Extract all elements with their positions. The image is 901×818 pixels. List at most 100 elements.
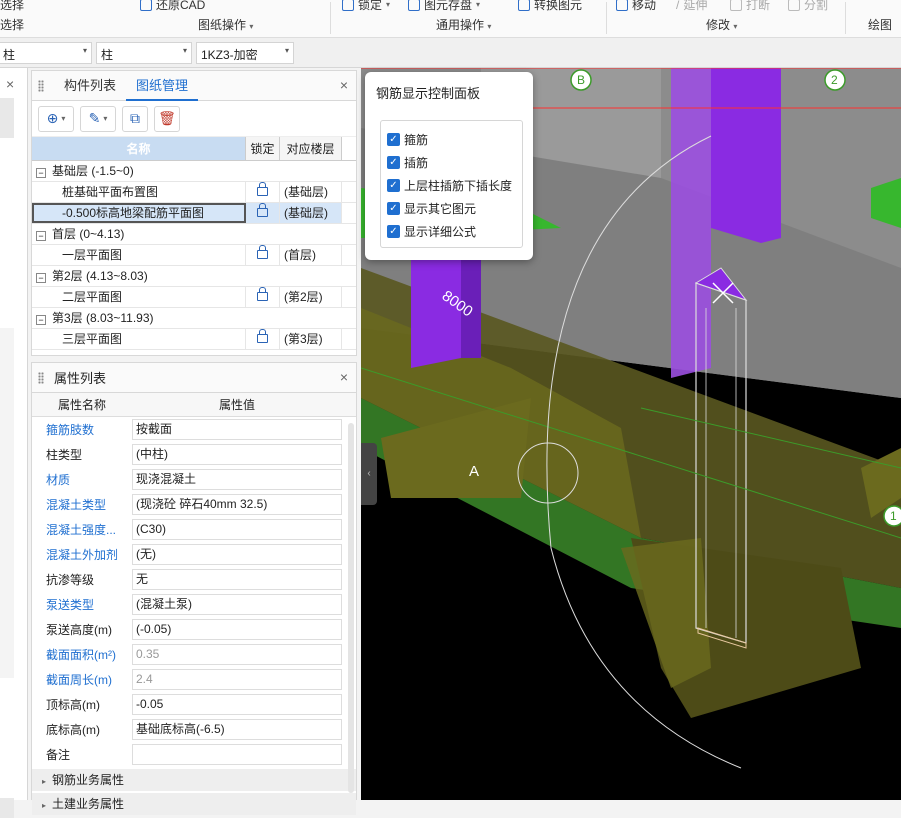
property-name[interactable]: 材质	[32, 471, 132, 488]
display-option-checkbox[interactable]: ✓ 插筋	[387, 154, 428, 171]
property-value-field[interactable]: (现浇砼 碎石40mm 32.5)	[132, 494, 342, 515]
drawing-name-cell[interactable]: 一层平面图	[32, 245, 246, 265]
property-value-field[interactable]: -0.05	[132, 694, 342, 715]
lock-icon[interactable]	[257, 245, 268, 259]
property-value-field[interactable]: 基础底标高(-6.5)	[132, 719, 342, 740]
property-value-field[interactable]: 无	[132, 569, 342, 590]
tree-group-row[interactable]: − 首层 (0~4.13)	[32, 224, 356, 245]
display-option-checkbox[interactable]: ✓ 显示详细公式	[387, 223, 476, 240]
property-value-field[interactable]: (混凝土泵)	[132, 594, 342, 615]
drawing-name-cell[interactable]: -0.500标高地梁配筋平面图	[32, 203, 246, 223]
lock-cell[interactable]	[246, 182, 280, 202]
add-drawing-button[interactable]: ⊕ ▾	[38, 105, 74, 132]
collapse-toggle-icon[interactable]: −	[36, 273, 46, 283]
tree-item-row[interactable]: 二层平面图 (第2层)	[32, 287, 356, 308]
display-option-checkbox[interactable]: ✓ 箍筋	[387, 131, 428, 148]
collapse-toggle-icon[interactable]: −	[36, 231, 46, 241]
select-button[interactable]: 选择	[0, 0, 24, 13]
lock-cell[interactable]	[246, 245, 280, 265]
drag-handle-icon[interactable]	[38, 79, 44, 92]
property-value-field[interactable]: 2.4	[132, 669, 342, 690]
group-label-general-ops[interactable]: 通用操作 ▾	[436, 16, 491, 33]
property-value-field[interactable]: (中柱)	[132, 444, 342, 465]
collapse-toggle-icon[interactable]: −	[36, 315, 46, 325]
drawing-name-cell[interactable]: 三层平面图	[32, 329, 246, 349]
lock-cell[interactable]	[246, 329, 280, 349]
delete-drawing-button[interactable]: 🗑	[154, 105, 180, 132]
edit-drawing-button[interactable]: ✎ ▾	[80, 105, 116, 132]
lock-button[interactable]: 锁定 ▾	[342, 0, 390, 13]
floor-cell[interactable]: (首层)	[280, 245, 342, 265]
property-name[interactable]: 泵送类型	[32, 596, 132, 613]
close-icon[interactable]: ×	[6, 76, 14, 92]
property-name[interactable]: 截面周长(m)	[32, 671, 132, 688]
drag-handle-icon[interactable]	[38, 371, 44, 384]
lock-icon[interactable]	[257, 287, 268, 301]
restore-cad-button[interactable]: 还原CAD	[140, 0, 205, 13]
lock-cell[interactable]	[246, 203, 280, 223]
collapse-toggle-icon[interactable]: −	[36, 168, 46, 178]
component-select[interactable]: 1KZ3-加密 ▾	[196, 42, 294, 64]
drawing-name-cell[interactable]: 桩基础平面布置图	[32, 182, 246, 202]
tree-group-row[interactable]: − 第3层 (8.03~11.93)	[32, 308, 356, 329]
tree-group-label[interactable]: − 第3层 (8.03~11.93)	[32, 308, 342, 328]
property-section-header[interactable]: ▸ 土建业务属性	[32, 793, 356, 815]
collapse-panel-handle[interactable]: ‹	[361, 443, 377, 505]
close-icon[interactable]: ×	[340, 369, 348, 385]
scrollbar[interactable]	[348, 423, 354, 793]
property-value-field[interactable]: 现浇混凝土	[132, 469, 342, 490]
floor-select[interactable]: 柱 ▾	[0, 42, 92, 64]
property-name[interactable]: 截面面积(m²)	[32, 646, 132, 663]
group-label-modify[interactable]: 修改 ▾	[706, 16, 737, 33]
type-select[interactable]: 柱 ▾	[96, 42, 192, 64]
floor-cell[interactable]: (第3层)	[280, 329, 342, 349]
property-name[interactable]: 箍筋肢数	[32, 421, 132, 438]
tree-group-label[interactable]: − 首层 (0~4.13)	[32, 224, 342, 244]
tree-item-row[interactable]: 桩基础平面布置图 (基础层)	[32, 182, 356, 203]
property-value-field[interactable]: 0.35	[132, 644, 342, 665]
column-header-floor[interactable]: 对应楼层	[280, 137, 342, 160]
group-label-drawing-ops[interactable]: 图纸操作 ▾	[198, 16, 253, 33]
close-icon[interactable]: ×	[340, 77, 348, 93]
checkbox-checked-icon[interactable]: ✓	[387, 133, 400, 146]
floor-cell[interactable]: (第2层)	[280, 287, 342, 307]
property-name[interactable]: 混凝土强度...	[32, 521, 132, 538]
floor-cell[interactable]: (基础层)	[280, 182, 342, 202]
property-name[interactable]: 混凝土外加剂	[32, 546, 132, 563]
property-value-field[interactable]	[132, 744, 342, 765]
tree-group-row[interactable]: − 基础层 (-1.5~0)	[32, 161, 356, 182]
tree-item-row[interactable]: 三层平面图 (第3层)	[32, 329, 356, 350]
drawing-name-cell[interactable]: 二层平面图	[32, 287, 246, 307]
floor-cell[interactable]: (基础层)	[280, 203, 342, 223]
property-value-field[interactable]: (无)	[132, 544, 342, 565]
tree-item-row[interactable]: -0.500标高地梁配筋平面图 (基础层)	[32, 203, 356, 224]
checkbox-checked-icon[interactable]: ✓	[387, 179, 400, 192]
checkbox-checked-icon[interactable]: ✓	[387, 225, 400, 238]
break-button[interactable]: 打断	[730, 0, 770, 13]
split-button[interactable]: 分割	[788, 0, 828, 13]
display-option-checkbox[interactable]: ✓ 显示其它图元	[387, 200, 476, 217]
tree-group-label[interactable]: − 基础层 (-1.5~0)	[32, 161, 342, 181]
lock-cell[interactable]	[246, 287, 280, 307]
column-header-lock[interactable]: 锁定	[246, 137, 280, 160]
tree-group-label[interactable]: − 第2层 (4.13~8.03)	[32, 266, 342, 286]
move-button[interactable]: 移动	[616, 0, 656, 13]
property-value-field[interactable]: (C30)	[132, 519, 342, 540]
checkbox-checked-icon[interactable]: ✓	[387, 156, 400, 169]
extend-button[interactable]: / 延伸	[676, 0, 707, 13]
tree-group-row[interactable]: − 第2层 (4.13~8.03)	[32, 266, 356, 287]
property-value-field[interactable]: (-0.05)	[132, 619, 342, 640]
column-header-name[interactable]: 名称	[32, 137, 246, 160]
tab-component-list[interactable]: 构件列表	[54, 71, 126, 101]
copy-drawing-button[interactable]: ⧉	[122, 105, 148, 132]
tab-drawing-management[interactable]: 图纸管理	[126, 71, 199, 101]
lock-icon[interactable]	[257, 182, 268, 196]
tree-item-row[interactable]: 一层平面图 (首层)	[32, 245, 356, 266]
property-value-field[interactable]: 按截面	[132, 419, 342, 440]
display-option-checkbox[interactable]: ✓ 上层柱插筋下插长度	[387, 177, 512, 194]
convert-element-button[interactable]: 转换图元	[518, 0, 582, 13]
property-section-header[interactable]: ▸ 钢筋业务属性	[32, 769, 356, 791]
property-name[interactable]: 混凝土类型	[32, 496, 132, 513]
lock-icon[interactable]	[257, 203, 268, 217]
lock-icon[interactable]	[257, 329, 268, 343]
